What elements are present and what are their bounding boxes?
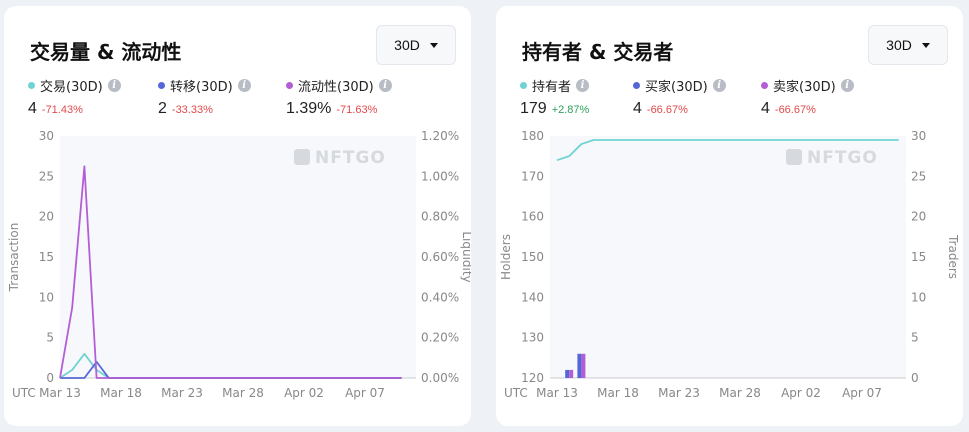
y2-tick-label: 20 xyxy=(911,210,926,224)
plot-area xyxy=(550,136,906,378)
x-tick-label: Apr 02 xyxy=(284,386,324,400)
watermark-logo-icon xyxy=(786,149,802,165)
volume-liquidity-chart: NFTGO 0 5 10 15 20 25 30 0.00% 0.20% 0.40% 0.60% 0.8… xyxy=(7,129,471,400)
y2-tick-label: 0.60% xyxy=(421,250,459,264)
y-tick-label: 120 xyxy=(521,371,544,385)
y-axis-title: Holders xyxy=(499,234,513,280)
y2-axis-title: Traders xyxy=(946,234,960,279)
volume-liquidity-card: 交易量 & 流动性 30D 交易(30D) i 4 -71.43% 转移(30D) i 2-… xyxy=(4,6,471,426)
y-tick-label: 10 xyxy=(39,290,54,304)
x-tick-label: Mar 23 xyxy=(161,386,203,400)
x-tick-label: Apr 02 xyxy=(781,386,821,400)
y-tick-label: 160 xyxy=(521,210,544,224)
y2-tick-label: 5 xyxy=(911,331,919,345)
y2-axis-title: Liquidity xyxy=(460,231,471,282)
bar xyxy=(565,369,570,378)
x-tick-label: UTC xyxy=(12,386,36,400)
y2-tick-label: 15 xyxy=(911,250,926,264)
x-tick-label: Apr 07 xyxy=(842,386,882,400)
bar xyxy=(581,353,586,378)
watermark-text: NFTGO xyxy=(807,148,878,168)
bar xyxy=(569,369,574,378)
x-tick-label: Mar 18 xyxy=(100,386,142,400)
y-tick-label: 170 xyxy=(521,169,544,183)
x-tick-label: Mar 18 xyxy=(597,386,639,400)
plot-area xyxy=(60,136,416,378)
x-tick-label: Mar 23 xyxy=(658,386,700,400)
y-tick-label: 25 xyxy=(39,169,54,183)
x-tick-label: UTC xyxy=(504,386,528,400)
y2-tick-label: 0.20% xyxy=(421,331,459,345)
y2-tick-label: 0 xyxy=(911,371,919,385)
x-tick-label: Apr 07 xyxy=(345,386,385,400)
holders-traders-card: 持有者 & 交易者 30D 持有者 i 179 +2.87% 买家(30D) i 4 -66.… xyxy=(496,6,963,426)
y-tick-label: 150 xyxy=(521,250,544,264)
bar xyxy=(577,353,582,378)
y-tick-label: 130 xyxy=(521,331,544,345)
y2-tick-label: 0.00% xyxy=(421,371,459,385)
y2-tick-label: 25 xyxy=(911,169,926,183)
y2-tick-label: 1.00% xyxy=(421,169,459,183)
y-tick-label: 140 xyxy=(521,290,544,304)
holders-traders-chart: NFTGO 120 130 140 150 160 170 180 0 5 10 15 20 25 30 Ho… xyxy=(499,129,960,400)
x-tick-label: Mar 28 xyxy=(719,386,761,400)
y2-tick-label: 0.80% xyxy=(421,210,459,224)
y-tick-label: 0 xyxy=(46,371,54,385)
y-axis-title: Transaction xyxy=(7,223,21,293)
x-tick-label: Mar 13 xyxy=(536,386,578,400)
y2-tick-label: 10 xyxy=(911,290,926,304)
watermark-text: NFTGO xyxy=(315,148,386,168)
y-tick-label: 180 xyxy=(521,129,544,143)
y-tick-label: 30 xyxy=(39,129,54,143)
y2-tick-label: 1.20% xyxy=(421,129,459,143)
y2-tick-label: 0.40% xyxy=(421,290,459,304)
watermark-logo-icon xyxy=(294,149,310,165)
y-tick-label: 15 xyxy=(39,250,54,264)
x-tick-label: Mar 28 xyxy=(222,386,264,400)
y2-tick-label: 30 xyxy=(911,129,926,143)
x-tick-label: Mar 13 xyxy=(39,386,81,400)
y-tick-label: 5 xyxy=(46,331,54,345)
y-tick-label: 20 xyxy=(39,210,54,224)
